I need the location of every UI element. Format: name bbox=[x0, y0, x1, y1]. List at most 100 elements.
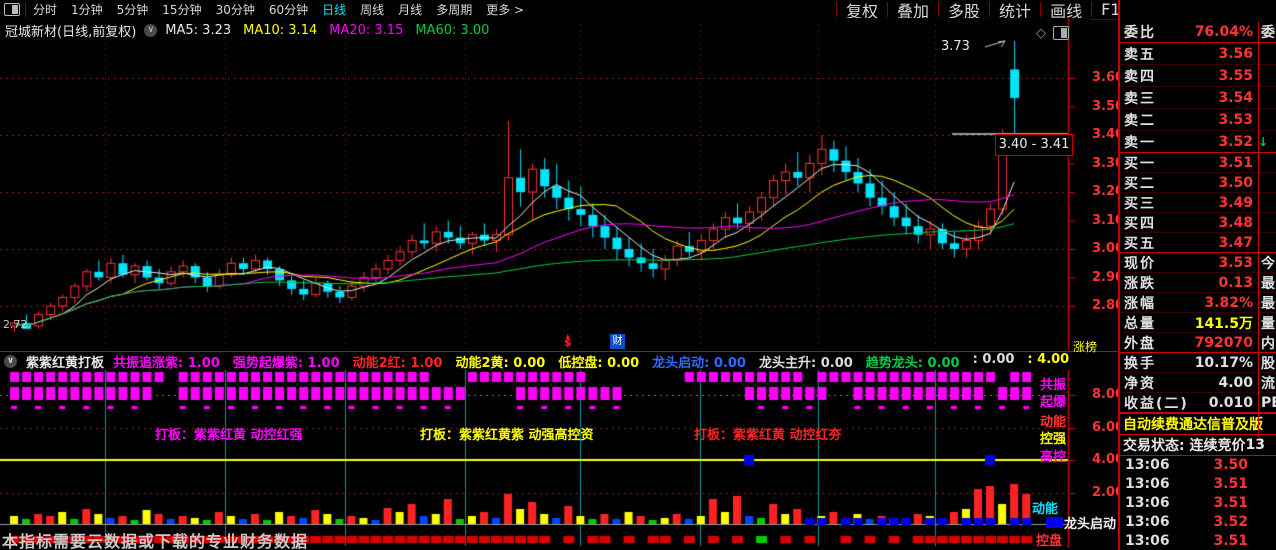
indicator-name: 紫紫红黄打板 bbox=[26, 355, 105, 371]
indicator-row-label: 起爆 bbox=[1040, 395, 1067, 410]
status-extra: 13 bbox=[1245, 437, 1265, 453]
tick-row-4: 13:06 3.51 bbox=[1120, 531, 1276, 550]
candlestick-canvas[interactable] bbox=[0, 18, 1090, 350]
signal-annotation-0: 打板：紫紫红黄 动控红强 bbox=[155, 428, 303, 443]
trading-app-window: 分时 1分钟 5分钟 15分钟 30分钟 60分钟 日线 周线 月线 多周期 更多 > 复权 叠加 多股… bbox=[0, 0, 1276, 550]
bid-row-4: 买四 3.48 bbox=[1120, 213, 1276, 233]
bid-row-2-value: 3.50 bbox=[1218, 174, 1253, 191]
stat-row-7-col2: PE bbox=[1261, 394, 1276, 411]
stat-row-3-value: 141.5万 bbox=[1194, 315, 1253, 332]
period-tab-8[interactable]: 月线 bbox=[391, 1, 429, 18]
tick-row-1: 13:06 3.51 bbox=[1120, 475, 1276, 494]
period-tab-0[interactable]: 分时 bbox=[26, 1, 64, 18]
stat-row-3-col2: 量 bbox=[1261, 315, 1275, 332]
weibi-row: 委比 76.04% 委 bbox=[1120, 22, 1276, 43]
indicator-param-2: 动能2红: 1.00 bbox=[352, 355, 443, 371]
stat-row-4-col2: 内 bbox=[1261, 335, 1275, 352]
period-tab-6[interactable]: 日线 bbox=[315, 1, 353, 18]
price-range-box: 3.40 - 3.41 bbox=[995, 134, 1073, 156]
tick-time: 13:06 bbox=[1125, 494, 1170, 511]
bid-row-2: 买二 3.50 bbox=[1120, 173, 1276, 193]
dividend-marker-icon[interactable]: ▲ $ bbox=[564, 334, 572, 349]
tick-price: 3.50 bbox=[1213, 457, 1248, 474]
bid-row-4-label: 买四 bbox=[1124, 215, 1156, 232]
stat-row-4: 外盘 792070 内 bbox=[1120, 333, 1276, 353]
stat-row-7: 收益(二) 0.010 PE bbox=[1120, 393, 1276, 413]
period-tabs: 分时 1分钟 5分钟 15分钟 30分钟 60分钟 日线 周线 月线 多周期 更多 > bbox=[26, 1, 531, 18]
stat-row-0-label: 现价 bbox=[1124, 255, 1156, 272]
ask-row-5: 卖五 3.56 bbox=[1120, 43, 1276, 65]
bid-row-1: 买一 3.51 bbox=[1120, 153, 1276, 173]
leader-start-label: 龙头启动 bbox=[1064, 517, 1117, 532]
period-tab-3[interactable]: 15分钟 bbox=[155, 1, 208, 18]
trading-status-row: 交易状态: 连续竞价 13 bbox=[1120, 435, 1276, 456]
period-tab-10[interactable]: 更多 > bbox=[479, 1, 531, 18]
tick-price: 3.51 bbox=[1213, 494, 1248, 511]
chevron-down-icon[interactable] bbox=[144, 24, 158, 37]
bid-row-1-value: 3.51 bbox=[1218, 154, 1253, 171]
ask-row-3-value: 3.54 bbox=[1218, 89, 1253, 106]
stat-row-5-label: 换手 bbox=[1124, 355, 1156, 372]
indicator-param-8: : 0.00 bbox=[972, 351, 1015, 367]
ask-row-1-label: 卖一 bbox=[1124, 134, 1156, 151]
ask-row-5-label: 卖五 bbox=[1124, 46, 1156, 63]
finance-report-marker-icon[interactable]: 财 bbox=[610, 334, 625, 349]
ask-row-4: 卖四 3.55 bbox=[1120, 65, 1276, 87]
stat-row-5-value: 10.17% bbox=[1194, 354, 1253, 371]
chevron-down-icon[interactable] bbox=[4, 354, 17, 368]
diamond-icon[interactable]: ◇ bbox=[1036, 26, 1046, 41]
indicator-param-5: 龙头启动: 0.00 bbox=[652, 355, 746, 371]
stat-row-0: 现价 3.53 今 bbox=[1120, 253, 1276, 273]
quote-panel: 委比 76.04% 委 卖五 3.56 卖四 3.55 卖三 3.54 卖二 3.53 卖一 3.52… bbox=[1118, 0, 1276, 550]
status-label: 交易状态: bbox=[1123, 438, 1185, 454]
ask-row-4-label: 卖四 bbox=[1124, 68, 1156, 85]
period-tab-9[interactable]: 多周期 bbox=[429, 1, 479, 18]
stat-row-1-label: 涨跌 bbox=[1124, 275, 1156, 292]
stat-row-1: 涨跌 0.13 最 bbox=[1120, 273, 1276, 293]
ask-row-3: 卖三 3.54 bbox=[1120, 87, 1276, 109]
ask-row-1-value: 3.52 bbox=[1218, 133, 1253, 150]
stat-row-6-label: 净资 bbox=[1124, 375, 1156, 392]
stat-row-2-value: 3.82% bbox=[1204, 294, 1253, 311]
indicator-params: 共振追涨紫: 1.00 强势起爆紫: 1.00 动能2红: 1.00 动能2黄: 0.… bbox=[113, 352, 1069, 371]
ask-row-1: 卖一 3.52 ↓ bbox=[1120, 131, 1276, 153]
indicator-row-label: 动能 bbox=[1032, 502, 1059, 517]
period-tab-5[interactable]: 60分钟 bbox=[262, 1, 315, 18]
stat-row-7-label: 收益(二) bbox=[1124, 395, 1189, 412]
tick-list[interactable]: 13:06 3.50 13:06 3.51 13:06 3.51 13:06 3.52 13:0… bbox=[1120, 456, 1276, 550]
stat-row-6-col2: 流 bbox=[1261, 375, 1275, 392]
stat-row-4-value: 792070 bbox=[1194, 334, 1253, 351]
stat-row-2-label: 涨幅 bbox=[1124, 295, 1156, 312]
indicator-canvas[interactable] bbox=[0, 370, 1090, 548]
bid-row-4-value: 3.48 bbox=[1218, 214, 1253, 231]
stat-row-7-value: 0.010 bbox=[1208, 394, 1253, 411]
chart-title-row: 冠城新材(日线,前复权) MA5: 3.23 MA10: 3.14 MA20: 3.… bbox=[5, 21, 489, 40]
period-tab-7[interactable]: 周线 bbox=[353, 1, 391, 18]
period-tab-1[interactable]: 1分钟 bbox=[64, 1, 110, 18]
indicator-param-0: 共振追涨紫: 1.00 bbox=[113, 355, 220, 371]
indicator-param-1: 强势起爆紫: 1.00 bbox=[232, 355, 340, 371]
bid-row-3-label: 买三 bbox=[1124, 195, 1156, 212]
tick-row-2: 13:06 3.51 bbox=[1120, 494, 1276, 513]
bid-row-2-label: 买二 bbox=[1124, 175, 1156, 192]
tick-time: 13:06 bbox=[1125, 513, 1170, 530]
stat-row-5-col2: 股 bbox=[1261, 355, 1275, 372]
stat-row-0-value: 3.53 bbox=[1218, 254, 1253, 271]
renewal-ad-link[interactable]: 自动续费通达信普及版 bbox=[1120, 413, 1276, 435]
maximize-pane-icon[interactable] bbox=[1053, 25, 1069, 44]
period-tab-2[interactable]: 5分钟 bbox=[110, 1, 156, 18]
period-tab-4[interactable]: 30分钟 bbox=[209, 1, 262, 18]
stat-row-3-label: 总量 bbox=[1124, 315, 1156, 332]
down-arrow-icon: ↓ bbox=[1257, 134, 1268, 149]
layout-icon[interactable] bbox=[4, 3, 20, 16]
indicator-footnote: 本指标需要云数据或下载的专业财务数据 bbox=[2, 532, 309, 550]
ma-label-1: MA10: 3.14 bbox=[243, 23, 318, 38]
indicator-param-4: 低控盘: 0.00 bbox=[558, 355, 640, 371]
ask-row-5-value: 3.56 bbox=[1218, 45, 1253, 62]
tick-row-0: 13:06 3.50 bbox=[1120, 456, 1276, 475]
weibi-row-label: 委比 bbox=[1124, 25, 1156, 41]
stat-row-2-col2: 最 bbox=[1261, 295, 1275, 312]
ask-row-2-value: 3.53 bbox=[1218, 111, 1253, 128]
stat-row-3: 总量 141.5万量 bbox=[1120, 313, 1276, 333]
bid-row-3-value: 3.49 bbox=[1218, 194, 1253, 211]
